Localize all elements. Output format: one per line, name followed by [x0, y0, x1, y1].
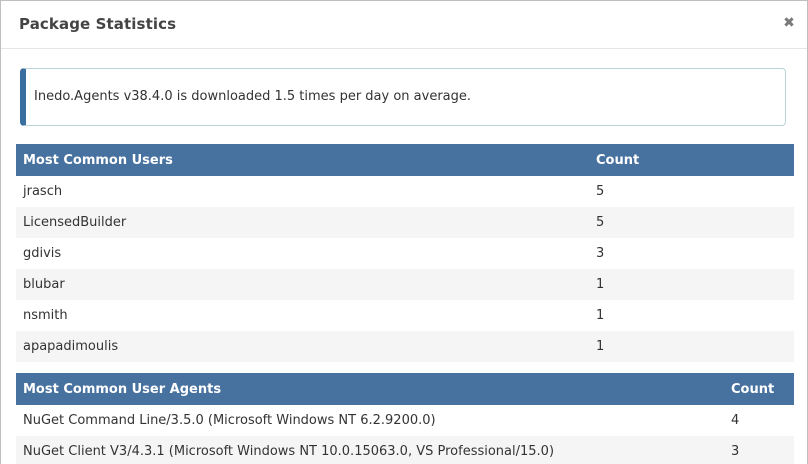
user-count: 3	[589, 238, 794, 269]
dialog-title: Package Statistics	[19, 15, 177, 33]
table-row: jrasch 5	[16, 176, 794, 207]
user-name: nsmith	[16, 300, 589, 331]
user-agent-name: NuGet Command Line/3.5.0 (Microsoft Wind…	[16, 405, 724, 436]
table-row: gdivis 3	[16, 238, 794, 269]
table-row: NuGet Client V3/4.3.1 (Microsoft Windows…	[16, 436, 794, 464]
table-row: apapadimoulis 1	[16, 331, 794, 362]
table-row: NuGet Command Line/3.5.0 (Microsoft Wind…	[16, 405, 794, 436]
column-header-users: Most Common Users	[16, 144, 589, 176]
user-name: blubar	[16, 269, 589, 300]
table-row: LicensedBuilder 5	[16, 207, 794, 238]
users-table: Most Common Users Count jrasch 5 License…	[16, 144, 794, 362]
column-header-user-agents: Most Common User Agents	[16, 373, 724, 405]
user-agent-name: NuGet Client V3/4.3.1 (Microsoft Windows…	[16, 436, 724, 464]
user-count: 5	[589, 176, 794, 207]
user-count: 1	[589, 331, 794, 362]
user-count: 1	[589, 300, 794, 331]
user-agent-count: 4	[724, 405, 794, 436]
table-row: blubar 1	[16, 269, 794, 300]
info-message: Inedo.Agents v38.4.0 is downloaded 1.5 t…	[34, 89, 472, 104]
user-count: 5	[589, 207, 794, 238]
info-callout: Inedo.Agents v38.4.0 is downloaded 1.5 t…	[20, 68, 786, 126]
table-row: nsmith 1	[16, 300, 794, 331]
dialog-header: Package Statistics ✖	[1, 1, 807, 49]
user-agent-count: 3	[724, 436, 794, 464]
user-agents-table: Most Common User Agents Count NuGet Comm…	[16, 373, 794, 464]
table-header-row: Most Common User Agents Count	[16, 373, 794, 405]
user-name: LicensedBuilder	[16, 207, 589, 238]
package-statistics-dialog: Package Statistics ✖ Inedo.Agents v38.4.…	[0, 0, 808, 464]
column-header-count: Count	[724, 373, 794, 405]
close-icon[interactable]: ✖	[781, 14, 797, 32]
user-name: gdivis	[16, 238, 589, 269]
user-name: jrasch	[16, 176, 589, 207]
column-header-count: Count	[589, 144, 794, 176]
table-header-row: Most Common Users Count	[16, 144, 794, 176]
user-count: 1	[589, 269, 794, 300]
user-name: apapadimoulis	[16, 331, 589, 362]
